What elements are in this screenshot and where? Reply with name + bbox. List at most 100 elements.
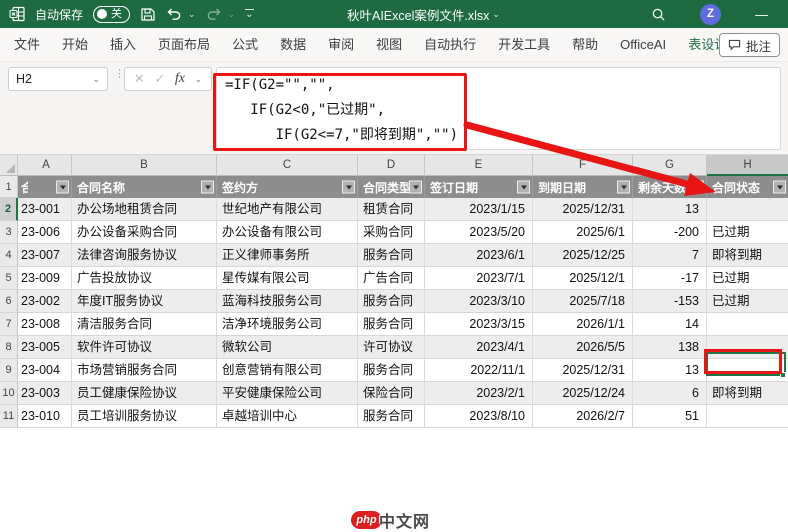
cell-F7[interactable]: 2026/1/1	[533, 313, 633, 336]
cell-G8[interactable]: 138	[633, 336, 707, 359]
insert-function-icon[interactable]: fx	[175, 71, 185, 87]
row-header-7[interactable]: 7	[0, 313, 18, 336]
ribbon-tab-0[interactable]: 文件	[3, 28, 51, 61]
table-header-cell-0[interactable]: 合同编号	[18, 176, 72, 198]
row-header-2[interactable]: 2	[0, 198, 18, 221]
save-icon[interactable]	[140, 7, 156, 22]
cell-A9[interactable]: 23-004	[18, 359, 72, 382]
redo-dropdown-icon[interactable]: ⌄	[228, 9, 236, 20]
cell-E3[interactable]: 2023/5/20	[425, 221, 533, 244]
filter-dropdown-icon[interactable]	[617, 181, 630, 194]
cell-F2[interactable]: 2025/12/31	[533, 198, 633, 221]
cell-H10[interactable]: 即将到期	[707, 382, 788, 405]
column-header-G[interactable]: G	[633, 155, 707, 176]
cell-A5[interactable]: 23-009	[18, 267, 72, 290]
cancel-entry-icon[interactable]: ✕	[134, 71, 145, 87]
filter-dropdown-icon[interactable]	[691, 181, 704, 194]
table-header-cell-6[interactable]: 剩余天数	[633, 176, 707, 198]
cell-F9[interactable]: 2025/12/31	[533, 359, 633, 382]
cell-F3[interactable]: 2025/6/1	[533, 221, 633, 244]
ribbon-tab-7[interactable]: 视图	[365, 28, 413, 61]
ribbon-tab-11[interactable]: OfficeAI	[609, 28, 677, 61]
cell-B4[interactable]: 法律咨询服务协议	[72, 244, 217, 267]
column-header-B[interactable]: B	[72, 155, 217, 176]
cell-D2[interactable]: 租赁合同	[358, 198, 425, 221]
redo-icon[interactable]	[206, 7, 222, 22]
row-header-5[interactable]: 5	[0, 267, 18, 290]
cell-H6[interactable]: 已过期	[707, 290, 788, 313]
ribbon-tab-6[interactable]: 审阅	[317, 28, 365, 61]
cell-B10[interactable]: 员工健康保险协议	[72, 382, 217, 405]
cell-H11[interactable]	[707, 405, 788, 428]
row-header-11[interactable]: 11	[0, 405, 18, 428]
cell-A4[interactable]: 23-007	[18, 244, 72, 267]
cell-C2[interactable]: 世纪地产有限公司	[217, 198, 358, 221]
cell-A3[interactable]: 23-006	[18, 221, 72, 244]
cell-C10[interactable]: 平安健康保险公司	[217, 382, 358, 405]
cell-G10[interactable]: 6	[633, 382, 707, 405]
cell-G5[interactable]: -17	[633, 267, 707, 290]
column-header-A[interactable]: A	[18, 155, 72, 176]
cell-B2[interactable]: 办公场地租赁合同	[72, 198, 217, 221]
cell-B5[interactable]: 广告投放协议	[72, 267, 217, 290]
ribbon-tab-10[interactable]: 帮助	[561, 28, 609, 61]
cell-A7[interactable]: 23-008	[18, 313, 72, 336]
ribbon-tab-5[interactable]: 数据	[269, 28, 317, 61]
cell-E10[interactable]: 2023/2/1	[425, 382, 533, 405]
cell-C8[interactable]: 微软公司	[217, 336, 358, 359]
filter-dropdown-icon[interactable]	[409, 181, 422, 194]
filter-dropdown-icon[interactable]	[773, 181, 786, 194]
cell-H7[interactable]	[707, 313, 788, 336]
cell-E2[interactable]: 2023/1/15	[425, 198, 533, 221]
cell-D9[interactable]: 服务合同	[358, 359, 425, 382]
cell-D5[interactable]: 广告合同	[358, 267, 425, 290]
customize-quick-access-icon[interactable]: ⌄	[245, 9, 253, 19]
avatar[interactable]: Z	[700, 4, 721, 25]
filter-dropdown-icon[interactable]	[517, 181, 530, 194]
cell-D4[interactable]: 服务合同	[358, 244, 425, 267]
column-header-E[interactable]: E	[425, 155, 533, 176]
filename-dropdown-icon[interactable]: ⌄	[492, 9, 500, 20]
cell-G9[interactable]: 13	[633, 359, 707, 382]
name-box-dropdown-icon[interactable]: ⌄	[92, 74, 100, 85]
cell-G4[interactable]: 7	[633, 244, 707, 267]
ribbon-tab-4[interactable]: 公式	[221, 28, 269, 61]
cell-C6[interactable]: 蓝海科技服务公司	[217, 290, 358, 313]
cell-A8[interactable]: 23-005	[18, 336, 72, 359]
table-header-cell-2[interactable]: 签约方	[217, 176, 358, 198]
confirm-entry-icon[interactable]: ✓	[154, 71, 165, 87]
cell-F5[interactable]: 2025/12/1	[533, 267, 633, 290]
cell-G6[interactable]: -153	[633, 290, 707, 313]
cell-E4[interactable]: 2023/6/1	[425, 244, 533, 267]
cell-H2[interactable]	[707, 198, 788, 221]
column-header-C[interactable]: C	[217, 155, 358, 176]
cell-A2[interactable]: 23-001	[18, 198, 72, 221]
table-header-cell-7[interactable]: 合同状态	[707, 176, 788, 198]
table-header-cell-5[interactable]: 到期日期	[533, 176, 633, 198]
cell-H3[interactable]: 已过期	[707, 221, 788, 244]
cell-G2[interactable]: 13	[633, 198, 707, 221]
column-header-H[interactable]: H	[707, 155, 788, 176]
cell-G11[interactable]: 51	[633, 405, 707, 428]
autosave-toggle[interactable]: 关	[93, 6, 130, 23]
filter-dropdown-icon[interactable]	[201, 181, 214, 194]
ribbon-tab-1[interactable]: 开始	[51, 28, 99, 61]
cell-F8[interactable]: 2026/5/5	[533, 336, 633, 359]
cell-C7[interactable]: 洁净环境服务公司	[217, 313, 358, 336]
cell-D7[interactable]: 服务合同	[358, 313, 425, 336]
cell-C3[interactable]: 办公设备有限公司	[217, 221, 358, 244]
undo-icon[interactable]	[166, 7, 182, 22]
table-header-cell-3[interactable]: 合同类型	[358, 176, 425, 198]
cell-H5[interactable]: 已过期	[707, 267, 788, 290]
row-header-10[interactable]: 10	[0, 382, 18, 405]
cell-D10[interactable]: 保险合同	[358, 382, 425, 405]
cell-A10[interactable]: 23-003	[18, 382, 72, 405]
cell-B11[interactable]: 员工培训服务协议	[72, 405, 217, 428]
cell-B8[interactable]: 软件许可协议	[72, 336, 217, 359]
ribbon-tab-8[interactable]: 自动执行	[413, 28, 487, 61]
row-header-3[interactable]: 3	[0, 221, 18, 244]
row-header-4[interactable]: 4	[0, 244, 18, 267]
ribbon-tab-9[interactable]: 开发工具	[487, 28, 561, 61]
cell-C11[interactable]: 卓越培训中心	[217, 405, 358, 428]
cell-B3[interactable]: 办公设备采购合同	[72, 221, 217, 244]
